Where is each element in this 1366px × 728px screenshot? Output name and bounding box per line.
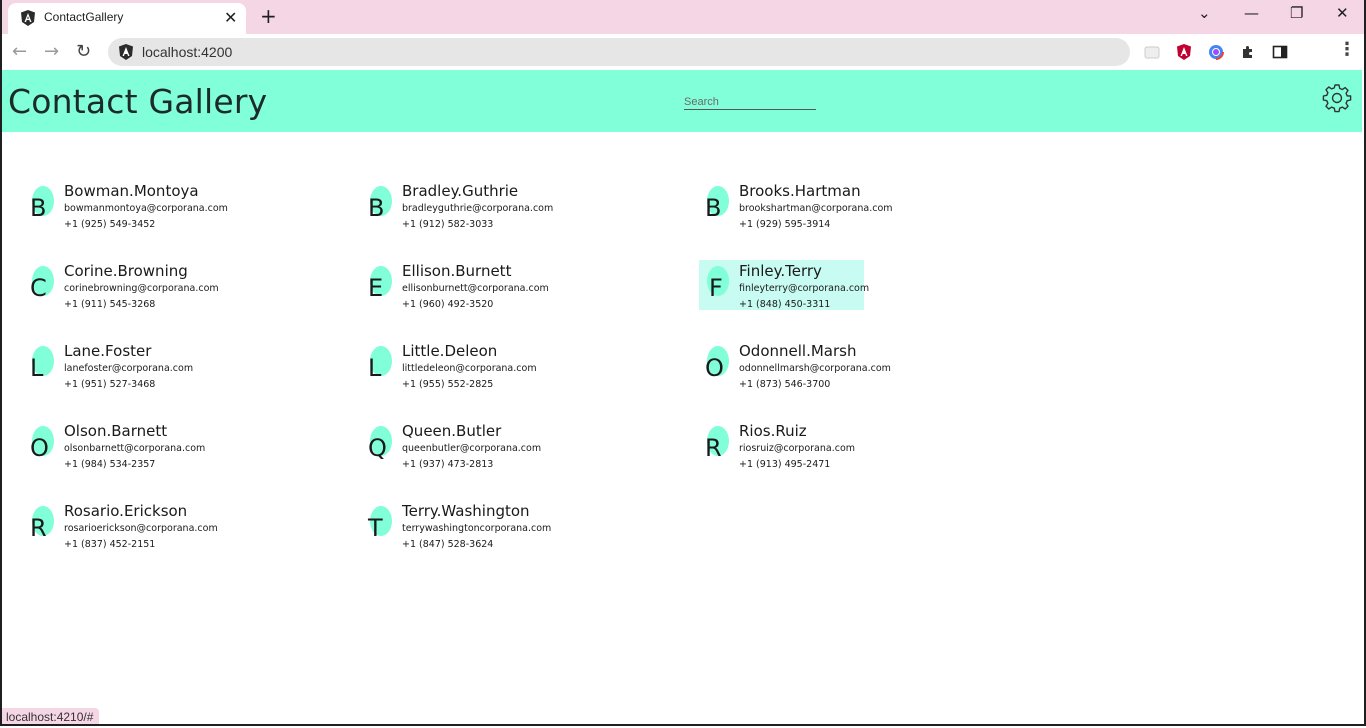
window-frame <box>0 0 1366 726</box>
